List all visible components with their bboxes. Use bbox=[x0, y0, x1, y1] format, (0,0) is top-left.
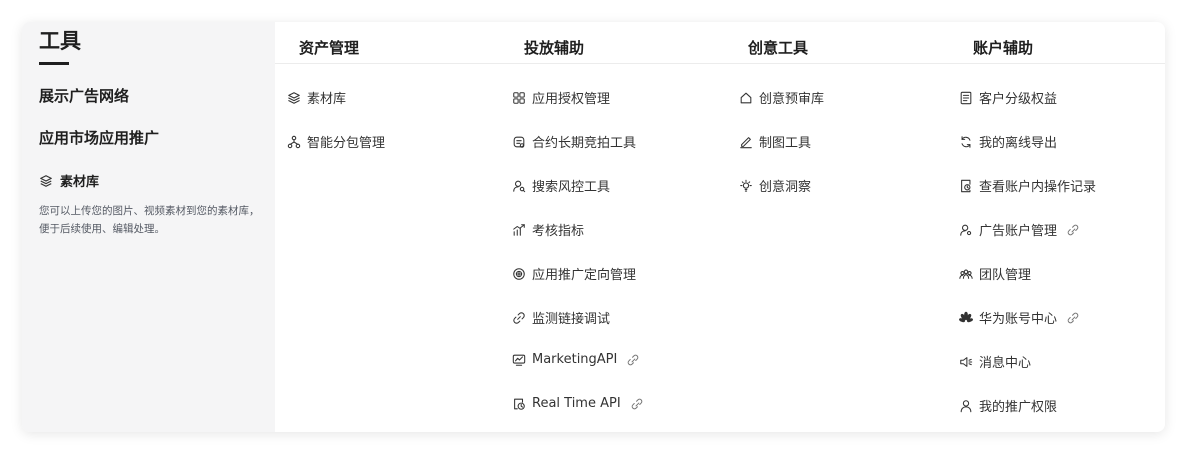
external-link-icon bbox=[631, 398, 643, 410]
tools-sidebar: 工具 展示广告网络 应用市场应用推广 素材库 您可以上传您的图片、视频素材到您的… bbox=[22, 22, 275, 432]
tool-item-label: 素材库 bbox=[307, 92, 347, 107]
bar-chart-icon bbox=[512, 223, 526, 237]
tool-item-label: 制图工具 bbox=[759, 136, 812, 151]
tool-item[interactable]: 监测链接调试 bbox=[512, 308, 610, 327]
external-link-icon bbox=[1067, 224, 1079, 236]
tool-item-label: MarketingAPI bbox=[532, 352, 618, 367]
pen-icon bbox=[739, 135, 753, 149]
record-icon bbox=[959, 179, 973, 193]
document-icon bbox=[959, 91, 973, 105]
tool-item[interactable]: 我的离线导出 bbox=[959, 132, 1057, 151]
column-title-account: 账户辅助 bbox=[973, 39, 1034, 57]
tool-item[interactable]: 智能分包管理 bbox=[287, 132, 385, 151]
layers-icon bbox=[287, 91, 301, 105]
tool-item[interactable]: 客户分级权益 bbox=[959, 88, 1057, 107]
tool-item-label: 应用推广定向管理 bbox=[532, 268, 637, 283]
tool-item-label: 智能分包管理 bbox=[307, 136, 386, 151]
tools-dropdown-panel: 工具 展示广告网络 应用市场应用推广 素材库 您可以上传您的图片、视频素材到您的… bbox=[22, 22, 1165, 432]
header-divider bbox=[275, 63, 1165, 64]
tool-item[interactable]: MarketingAPI bbox=[512, 352, 639, 367]
layers-icon bbox=[39, 174, 53, 188]
display-network-link[interactable]: 展示广告网络 bbox=[39, 85, 129, 106]
tool-item-label: Real Time API bbox=[532, 396, 621, 411]
tools-title-underline bbox=[39, 62, 69, 65]
contract-icon bbox=[512, 135, 526, 149]
home-icon bbox=[739, 91, 753, 105]
tool-item-label: 监测链接调试 bbox=[532, 312, 611, 327]
tool-item[interactable]: 团队管理 bbox=[959, 264, 1031, 283]
tool-item[interactable]: 制图工具 bbox=[739, 132, 811, 151]
feature-title: 素材库 bbox=[39, 171, 99, 190]
tool-item-label: 华为账号中心 bbox=[979, 312, 1058, 327]
tool-item[interactable]: 考核指标 bbox=[512, 220, 584, 239]
team-icon bbox=[959, 267, 973, 281]
speaker-icon bbox=[959, 355, 973, 369]
tool-item[interactable]: 查看账户内操作记录 bbox=[959, 176, 1096, 195]
tool-item[interactable]: 应用授权管理 bbox=[512, 88, 610, 107]
tool-item-label: 应用授权管理 bbox=[532, 92, 611, 107]
column-title-creative: 创意工具 bbox=[748, 39, 809, 57]
tool-item[interactable]: 广告账户管理 bbox=[959, 220, 1079, 239]
user-gear-icon bbox=[959, 223, 973, 237]
tool-item-label: 我的推广权限 bbox=[979, 400, 1058, 415]
external-link-icon bbox=[1067, 312, 1079, 324]
tool-item-label: 考核指标 bbox=[532, 224, 585, 239]
feature-title-label: 素材库 bbox=[60, 175, 100, 190]
tool-item-label: 我的离线导出 bbox=[979, 136, 1058, 151]
bulb-icon bbox=[739, 179, 753, 193]
user-icon bbox=[959, 399, 973, 413]
tool-item[interactable]: 搜索风控工具 bbox=[512, 176, 610, 195]
tool-item[interactable]: 合约长期竞拍工具 bbox=[512, 132, 636, 151]
tool-item[interactable]: 创意预审库 bbox=[739, 88, 824, 107]
tool-item[interactable]: 创意洞察 bbox=[739, 176, 811, 195]
refresh-icon bbox=[959, 135, 973, 149]
tool-item[interactable]: 我的推广权限 bbox=[959, 396, 1057, 415]
monitor-chart-icon bbox=[512, 353, 526, 367]
tool-item-label: 广告账户管理 bbox=[979, 224, 1058, 239]
grid-icon bbox=[512, 91, 526, 105]
tool-item-label: 合约长期竞拍工具 bbox=[532, 136, 637, 151]
tool-item[interactable]: 消息中心 bbox=[959, 352, 1031, 371]
column-title-asset: 资产管理 bbox=[299, 39, 360, 57]
feature-description: 您可以上传您的图片、视频素材到您的素材库，便于后续使用、编辑处理。 bbox=[39, 205, 260, 235]
tool-item[interactable]: 素材库 bbox=[287, 88, 346, 107]
tools-title: 工具 bbox=[39, 29, 81, 53]
clock-doc-icon bbox=[512, 397, 526, 411]
tool-item-label: 团队管理 bbox=[979, 268, 1032, 283]
tool-item-label: 查看账户内操作记录 bbox=[979, 180, 1097, 195]
tool-item-label: 搜索风控工具 bbox=[532, 180, 611, 195]
column-title-delivery: 投放辅助 bbox=[524, 39, 585, 57]
tool-item[interactable]: Real Time API bbox=[512, 396, 643, 411]
tool-item-label: 创意洞察 bbox=[759, 180, 812, 195]
tool-item[interactable]: 应用推广定向管理 bbox=[512, 264, 636, 283]
external-link-icon bbox=[627, 354, 639, 366]
hierarchy-icon bbox=[287, 135, 301, 149]
link-icon bbox=[512, 311, 526, 325]
user-search-icon bbox=[512, 179, 526, 193]
tool-item-label: 创意预审库 bbox=[759, 92, 825, 107]
tool-item[interactable]: 华为账号中心 bbox=[959, 308, 1079, 327]
app-market-promotion-link[interactable]: 应用市场应用推广 bbox=[39, 127, 159, 148]
tool-item-label: 消息中心 bbox=[979, 356, 1032, 371]
huawei-icon bbox=[959, 311, 973, 325]
tool-item-label: 客户分级权益 bbox=[979, 92, 1058, 107]
target-icon bbox=[512, 267, 526, 281]
